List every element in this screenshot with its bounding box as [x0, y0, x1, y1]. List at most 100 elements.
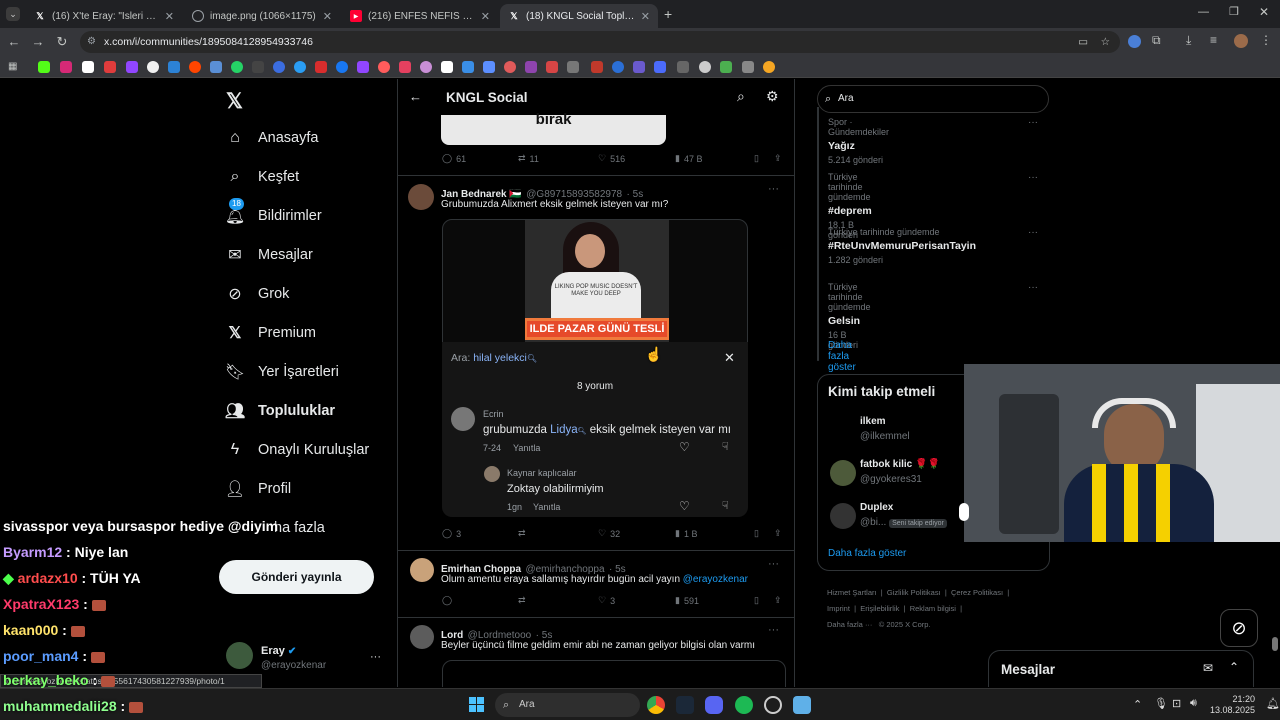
post-media[interactable]	[442, 660, 786, 687]
clock[interactable]: 21:20 13.08.2025	[1210, 694, 1255, 716]
browser-tab-1[interactable]: 𝕏 (16) X'te Eray: "Isleri bekliyorum" ✕	[26, 4, 182, 28]
new-tab-button[interactable]: +	[664, 6, 672, 22]
bookmark-icon[interactable]	[420, 61, 432, 73]
sidebar-item-notifications[interactable]: 🔔︎ 18 Bildirimler	[225, 198, 322, 229]
steam-icon[interactable]	[676, 696, 694, 714]
bookmark-icon[interactable]	[378, 61, 390, 73]
browser-tab-2[interactable]: image.png (1066×1175) ✕	[184, 4, 340, 28]
close-icon[interactable]: ✕	[165, 10, 174, 23]
obs-icon[interactable]	[764, 696, 782, 714]
post-more-icon[interactable]: ···	[768, 624, 779, 636]
spotify-icon[interactable]	[735, 696, 753, 714]
share-button[interactable]: ⇪	[774, 528, 782, 539]
bookmark-icon[interactable]	[147, 61, 159, 73]
grok-icon[interactable]: ⊘	[1220, 609, 1258, 647]
sidebar-item-bookmarks[interactable]: 🔖︎ Yer İşaretleri	[225, 359, 339, 385]
bookmark-icon[interactable]	[763, 61, 775, 73]
bookmark-icon[interactable]	[525, 61, 537, 73]
show-more-link[interactable]: Daha fazla göster	[828, 548, 906, 559]
bookmark-button[interactable]: ▯	[754, 595, 759, 606]
browser-tab-3[interactable]: ▶ (216) ENFES NEFİS PİZZALARIM ✕	[342, 4, 498, 28]
sidebar-item-profile[interactable]: 👤︎ Profil	[225, 476, 291, 502]
bookmark-icon[interactable]	[677, 61, 689, 73]
avatar[interactable]	[484, 466, 500, 482]
repost-button[interactable]: ⇄	[518, 528, 526, 539]
site-info-icon[interactable]: ⚙	[87, 31, 96, 53]
chevron-up-icon[interactable]: ⌃	[1133, 698, 1142, 711]
suggested-user[interactable]: Duplex @bi... Seni takip ediyor	[860, 502, 947, 528]
bookmark-icon[interactable]	[720, 61, 732, 73]
sidebar-item-home[interactable]: ⌂ Anasayfa	[226, 125, 318, 151]
bookmark-icon[interactable]	[168, 61, 180, 73]
like-button[interactable]: ♡ 32	[598, 528, 620, 539]
bookmark-icon[interactable]	[126, 61, 138, 73]
bookmark-icon[interactable]	[273, 61, 285, 73]
close-icon[interactable]: ✕	[641, 10, 650, 23]
dislike-icon[interactable]: ☟	[722, 440, 729, 453]
bookmark-icon[interactable]	[60, 61, 72, 73]
reply-link[interactable]: Yanıtla	[513, 443, 540, 453]
post-more-icon[interactable]: ···	[768, 183, 779, 195]
x-logo-icon[interactable]: 𝕏	[226, 89, 243, 114]
heart-icon[interactable]: ♡	[679, 499, 690, 513]
show-more-link[interactable]: Daha fazla göster	[828, 340, 856, 373]
messages-drawer[interactable]: Mesajlar ✉ ⌃	[988, 650, 1254, 687]
bookmark-icon[interactable]	[654, 61, 666, 73]
microphone-icon[interactable]: 🎙︎	[1154, 697, 1168, 710]
bookmark-icon[interactable]	[82, 61, 94, 73]
forward-arrow-icon[interactable]: →	[30, 34, 46, 50]
bookmark-icon[interactable]	[462, 61, 474, 73]
views-button[interactable]: ▮ 1 B	[675, 528, 697, 539]
avatar[interactable]	[830, 419, 856, 445]
search-input[interactable]: ⌕ Ara	[817, 85, 1049, 113]
overlay-search-query[interactable]: Ara: hilal yelekci🔍︎	[451, 352, 537, 364]
scrollbar[interactable]	[1272, 637, 1278, 651]
sidebar-item-verified-orgs[interactable]: ϟ Onaylı Kuruluşlar	[226, 437, 369, 463]
new-message-icon[interactable]: ✉	[1203, 661, 1213, 675]
bookmark-icon[interactable]	[336, 61, 348, 73]
close-icon[interactable]: ✕	[323, 10, 332, 23]
bookmark-icon[interactable]	[315, 61, 327, 73]
bookmark-icon[interactable]	[546, 61, 558, 73]
trend-more-icon[interactable]: ···	[1028, 172, 1038, 183]
taskbar-search[interactable]: ⌕ Ara	[495, 693, 640, 717]
url-input[interactable]: ⚙ x.com/i/communities/189508412895493374…	[80, 31, 1120, 53]
bookmark-icon[interactable]	[38, 61, 50, 73]
speaker-icon[interactable]: 🔊︎	[1190, 697, 1197, 710]
minimize-button[interactable]: —	[1198, 6, 1209, 18]
like-button[interactable]: ♡ 516	[598, 153, 625, 164]
bookmark-icon[interactable]	[294, 61, 306, 73]
heart-icon[interactable]: ♡	[679, 440, 690, 454]
like-button[interactable]: ♡ 3	[598, 595, 615, 606]
trend-more-icon[interactable]: ···	[1028, 117, 1038, 128]
repost-button[interactable]: ⇄ 11	[518, 153, 539, 164]
discord-icon[interactable]	[705, 696, 723, 714]
suggested-user[interactable]: ilkem @ilkemmel	[860, 416, 910, 442]
puzzle-icon[interactable]: ⧉	[1152, 33, 1161, 48]
avatar[interactable]	[830, 460, 856, 486]
avatar[interactable]	[410, 625, 434, 649]
more-icon[interactable]: ⋮	[1260, 33, 1272, 47]
profile-avatar[interactable]	[1234, 34, 1248, 48]
views-button[interactable]: ▮ 47 B	[675, 153, 702, 164]
bookmark-icon[interactable]	[210, 61, 222, 73]
download-icon[interactable]: ⤓	[1186, 33, 1191, 48]
bookmark-icon[interactable]	[504, 61, 516, 73]
bookmark-icon[interactable]	[357, 61, 369, 73]
account-switcher[interactable]: Eray ✔ @erayozkenar	[261, 645, 326, 671]
back-arrow-icon[interactable]: ←	[6, 34, 22, 50]
bookmark-icon[interactable]	[231, 61, 243, 73]
restore-button[interactable]: ❐	[1229, 5, 1239, 18]
star-icon[interactable]: ☆	[1101, 31, 1110, 53]
suggested-user[interactable]: fatbok kilic 🌹🌹 @gyokeres31	[860, 459, 940, 485]
post-media[interactable]: bırak	[441, 112, 666, 145]
search-icon[interactable]: ⌕	[737, 88, 745, 105]
bookmark-icon[interactable]	[633, 61, 645, 73]
apps-grid-icon[interactable]: ▦	[8, 61, 20, 73]
notification-icon[interactable]: 🔔︎	[1266, 697, 1280, 710]
bookmark-icon[interactable]	[591, 61, 603, 73]
bookmark-icon[interactable]	[699, 61, 711, 73]
cast-icon[interactable]: ▭	[1078, 31, 1088, 53]
bookmark-icon[interactable]	[441, 61, 453, 73]
sidebar-item-grok[interactable]: ⊘ Grok	[226, 281, 289, 307]
